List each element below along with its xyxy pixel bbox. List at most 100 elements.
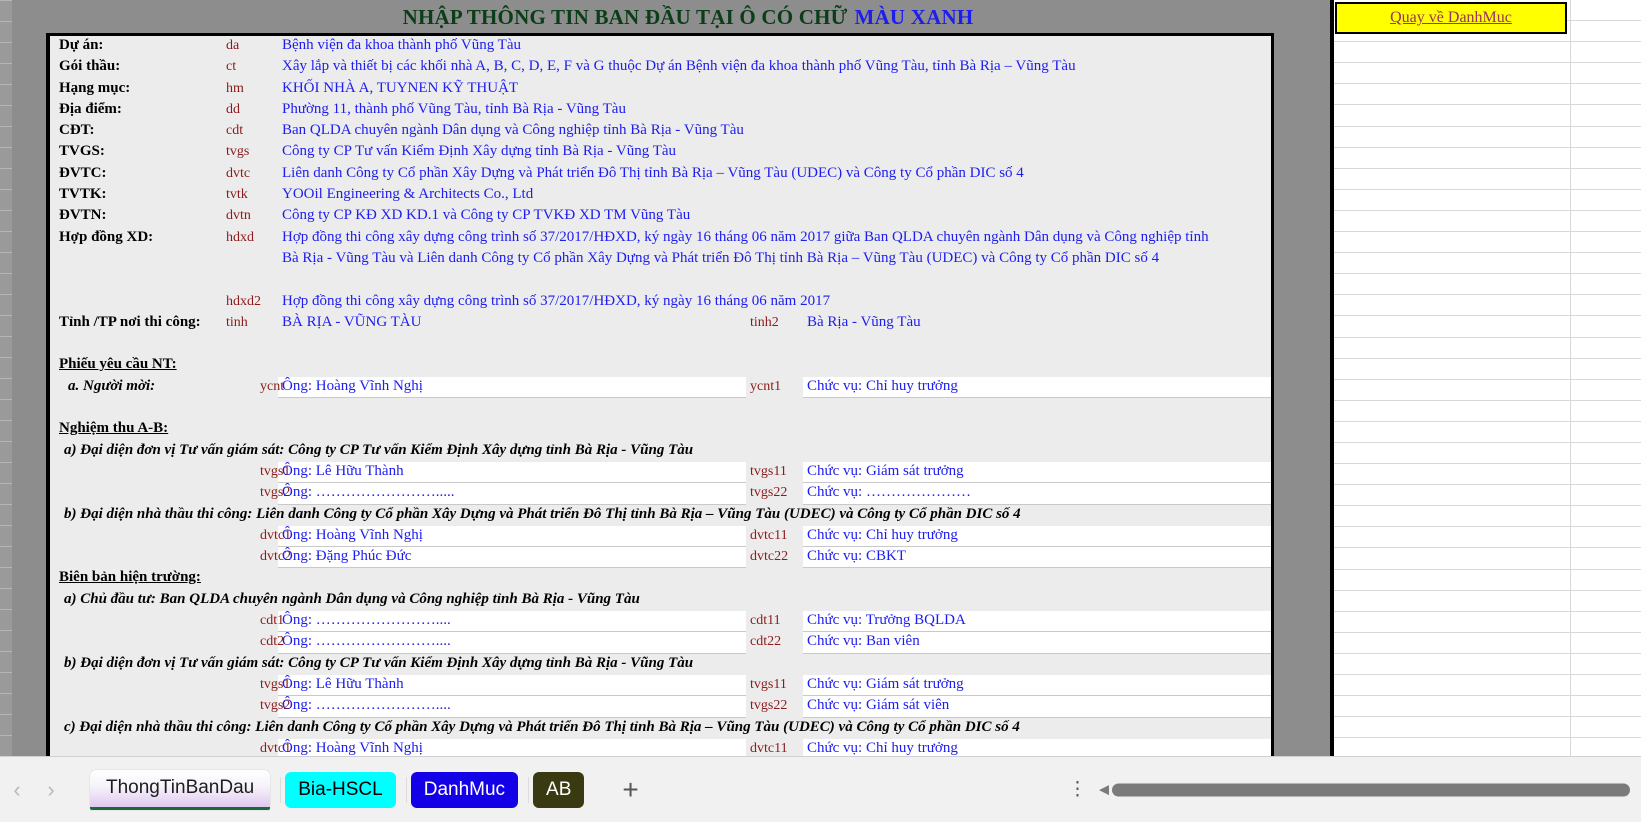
grid-cell-row[interactable] <box>1334 527 1641 549</box>
form-row: a) Đại diện đơn vị Tư vấn giám sát: Công… <box>50 440 1271 462</box>
grid-cell-row[interactable] <box>1334 126 1641 148</box>
prev-sheet-arrow[interactable]: ‹ <box>0 770 34 810</box>
grid-cell-row[interactable] <box>1334 717 1641 739</box>
field-value[interactable]: Ông: Đặng Phúc Đức <box>282 548 411 565</box>
grid-cell-row[interactable] <box>1334 168 1641 190</box>
grid-cell-row[interactable] <box>1334 337 1641 359</box>
field-value[interactable]: Ông: Lê Hữu Thành <box>282 676 404 693</box>
grid-cell-row[interactable] <box>1334 738 1641 756</box>
field-value[interactable]: Ông: ……………………..... <box>282 484 455 501</box>
page-title: NHẬP THÔNG TIN BAN ĐẦU TẠI Ô CÓ CHỮ MÀU … <box>46 2 1330 32</box>
grid-cell-row[interactable] <box>1334 210 1641 233</box>
field-value[interactable]: Hợp đồng thi công xây dựng công trình số… <box>282 229 1209 246</box>
field-code: tvtk <box>226 187 248 203</box>
sheet-tab-danhmuc[interactable]: DanhMuc <box>410 771 519 808</box>
field-label: Hợp đồng XD: <box>59 228 154 245</box>
grid-cell-row[interactable] <box>1334 316 1641 338</box>
form-row: Dự án: da Bệnh viện đa khoa thành phố Vũng… <box>50 36 1271 58</box>
form-row: cdt1 Ông: …………………….... cdt11 Chức vụ: Trưởn… <box>50 611 1271 633</box>
form-row: Địa điểm: dd Phường 11, thành phố Vũng Tàu… <box>50 99 1271 122</box>
field-value[interactable]: Ban QLDA chuyên ngành Dân dụng và Công n… <box>282 122 744 139</box>
grid-cell-row[interactable] <box>1334 232 1641 254</box>
section-heading: Nghiệm thu A-B: <box>59 420 169 437</box>
grid-cell-row[interactable] <box>1334 506 1641 528</box>
field-value[interactable]: Ông: Hoàng Vĩnh Nghị <box>282 740 423 756</box>
field-value[interactable]: Ông: Hoàng Vĩnh Nghị <box>282 378 423 395</box>
grid-cell-row[interactable] <box>1334 442 1641 465</box>
field-value[interactable]: Hợp đồng thi công xây dựng công trình số… <box>282 293 830 310</box>
grid-cell-row[interactable] <box>1334 189 1641 211</box>
grid-cell-row[interactable] <box>1334 42 1641 64</box>
scrollbar-thumb[interactable] <box>1112 783 1630 796</box>
field-code-secondary: tinh2 <box>750 314 779 330</box>
sheet-tab-ab[interactable]: AB <box>533 771 585 808</box>
field-value[interactable]: Ông: Lê Hữu Thành <box>282 463 404 480</box>
field-value[interactable]: Công ty CP Tư vấn Kiểm Định Xây dựng tỉn… <box>282 143 676 160</box>
field-value-secondary[interactable]: Chức vụ: CBKT <box>807 548 906 565</box>
grid-cell-row[interactable] <box>1334 358 1641 380</box>
grid-cell-row[interactable] <box>1334 421 1641 443</box>
field-value[interactable]: Liên danh Công ty Cổ phần Xây Dựng và Ph… <box>282 165 1024 182</box>
grid-cell-row[interactable] <box>1334 400 1641 422</box>
field-value[interactable]: Ông: …………………….... <box>282 697 451 714</box>
field-value-secondary[interactable]: Bà Rịa - Vũng Tàu <box>807 314 921 331</box>
field-value[interactable]: BÀ RỊA - VŨNG TÀU <box>282 314 421 331</box>
field-value-secondary[interactable]: Chức vụ: Giám sát trưởng <box>807 463 964 480</box>
field-value-secondary[interactable]: Chức vụ: Chỉ huy trưởng <box>807 527 958 544</box>
grid-cell-row[interactable] <box>1334 274 1641 296</box>
grid-cell-row[interactable] <box>1334 696 1641 718</box>
form-row: a) Chủ đầu tư: Ban QLDA chuyên ngành Dân… <box>50 589 1271 612</box>
back-to-danhmuc-button[interactable]: Quay về DanhMuc <box>1335 2 1567 34</box>
grid-cell-row[interactable] <box>1334 295 1641 317</box>
sheet-tab-bia-hscl[interactable]: Bia-HSCL <box>285 771 396 808</box>
grid-cell-row[interactable] <box>1334 611 1641 633</box>
field-value-secondary[interactable]: Chức vụ: Giám sát viên <box>807 697 949 714</box>
field-value[interactable]: Ông: …………………….... <box>282 612 451 629</box>
field-value-secondary[interactable]: Chức vụ: Ban viên <box>807 633 920 650</box>
field-value-secondary[interactable]: Chức vụ: Chỉ huy trưởng <box>807 740 958 756</box>
grid-cell-row[interactable] <box>1334 379 1641 401</box>
horizontal-scrollbar[interactable]: ◀ <box>1096 780 1634 799</box>
next-sheet-arrow[interactable]: › <box>34 770 68 810</box>
sheet-tab-thongtinbandau[interactable]: ThongTinBanDau <box>90 769 271 810</box>
grid-cell-row[interactable] <box>1334 569 1641 591</box>
grid-cell-row[interactable] <box>1334 84 1641 106</box>
field-value[interactable]: KHỐI NHÀ A, TUYNEN KỸ THUẬT <box>282 80 518 97</box>
grid-cell-row[interactable] <box>1334 147 1641 169</box>
grid-cell-row[interactable] <box>1334 485 1641 507</box>
field-code-secondary: cdt22 <box>750 634 782 650</box>
grid-cell-row[interactable] <box>1334 253 1641 275</box>
field-code-secondary: tvgs22 <box>750 698 788 714</box>
grid-cell-row[interactable] <box>1334 464 1641 486</box>
grid-cell-row[interactable] <box>1334 63 1641 85</box>
field-value[interactable]: YOOil Engineering & Architects Co., Ltd <box>282 186 533 203</box>
field-value[interactable]: Bệnh viện đa khoa thành phố Vũng Tàu <box>282 37 521 54</box>
field-label: a. Người mời: <box>68 377 156 394</box>
field-value-secondary[interactable]: Chức vụ: Trưởng BQLDA <box>807 612 966 629</box>
grid-cell-row[interactable] <box>1334 590 1641 612</box>
grid-cell-row[interactable] <box>1334 653 1641 675</box>
field-value[interactable]: Công ty CP KĐ XD KD.1 và Công ty CP TVKĐ… <box>282 207 690 224</box>
field-value-secondary[interactable]: Chức vụ: Giám sát trưởng <box>807 676 964 693</box>
field-value-secondary[interactable]: Chức vụ: Chỉ huy trưởng <box>807 378 958 395</box>
field-code-secondary: cdt11 <box>750 613 781 629</box>
sheet-options-kebab-icon[interactable]: ⋮ <box>1068 779 1087 799</box>
field-value[interactable]: Ông: Hoàng Vĩnh Nghị <box>282 527 423 544</box>
form-row: ĐVTN: dvtn Công ty CP KĐ XD KD.1 và Công t… <box>50 206 1271 228</box>
field-value[interactable]: Ông: …………………….... <box>282 633 451 650</box>
field-code: cdt1 <box>260 613 285 629</box>
form-row: hdxd2 Hợp đồng thi công xây dựng công trì… <box>50 291 1271 313</box>
grid-cell-row[interactable] <box>1334 675 1641 697</box>
form-row: cdt2 Ông: …………………….... cdt22 Chức vụ: Ban v… <box>50 632 1271 654</box>
grid-cell-row[interactable] <box>1334 632 1641 654</box>
subsection-heading: a) Đại diện đơn vị Tư vấn giám sát: Công… <box>64 441 694 458</box>
field-value-secondary[interactable]: Chức vụ: ………………… <box>807 484 971 501</box>
section-heading: Biên bản hiện trường: <box>59 569 201 586</box>
grid-cell-row[interactable] <box>1334 105 1641 127</box>
scroll-left-icon[interactable]: ◀ <box>1096 782 1112 798</box>
field-value[interactable]: Phường 11, thành phố Vũng Tàu, tỉnh Bà R… <box>282 101 626 118</box>
grid-cell-row[interactable] <box>1334 548 1641 570</box>
add-sheet-button[interactable]: + <box>622 775 638 804</box>
sheet-tabs: ThongTinBanDau Bia-HSCL DanhMuc AB <box>90 764 590 816</box>
field-value[interactable]: Xây lắp và thiết bị các khối nhà A, B, C… <box>282 58 1076 75</box>
